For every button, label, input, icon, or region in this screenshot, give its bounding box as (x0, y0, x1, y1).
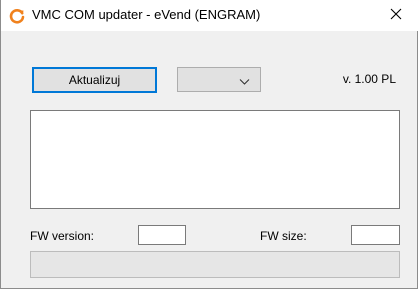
fw-size-label: FW size: (260, 229, 307, 243)
fw-version-label: FW version: (30, 229, 95, 243)
log-output-box[interactable] (30, 110, 400, 209)
app-window: VMC COM updater - eVend (ENGRAM) Aktuali… (0, 0, 419, 289)
close-icon (390, 8, 402, 23)
title-bar[interactable]: VMC COM updater - eVend (ENGRAM) (1, 0, 419, 31)
port-select[interactable] (177, 67, 261, 92)
version-label: v. 1.00 PL (342, 72, 396, 86)
window-title: VMC COM updater - eVend (ENGRAM) (32, 7, 261, 22)
close-button[interactable] (373, 0, 419, 31)
update-button[interactable]: Aktualizuj (32, 67, 157, 93)
fw-version-field[interactable] (138, 225, 186, 245)
chevron-down-icon (239, 75, 250, 85)
fw-size-field[interactable] (351, 225, 400, 245)
refresh-app-icon (9, 8, 25, 24)
progress-bar (30, 251, 400, 278)
